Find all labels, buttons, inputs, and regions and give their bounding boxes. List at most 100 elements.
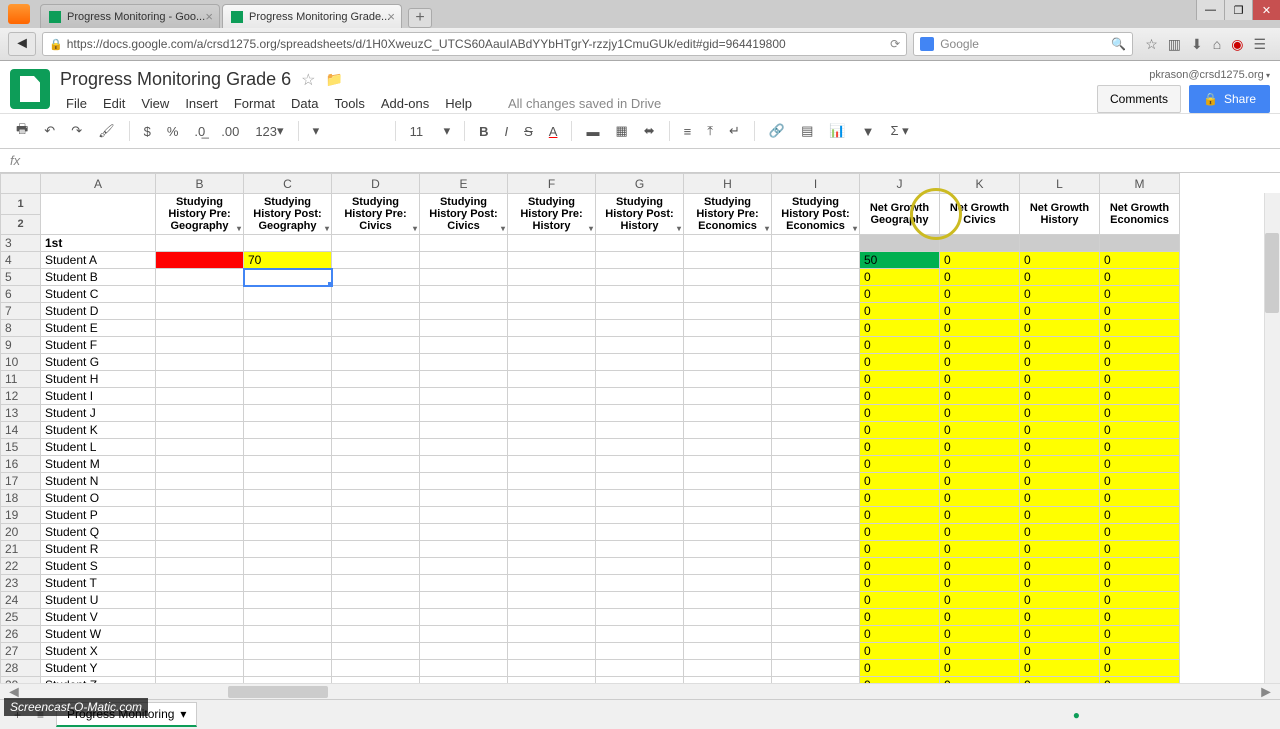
cell[interactable] (420, 677, 508, 683)
cell[interactable]: Student P (41, 507, 156, 524)
cell[interactable] (156, 456, 244, 473)
cell[interactable] (156, 524, 244, 541)
cell[interactable] (332, 422, 420, 439)
cell[interactable] (420, 388, 508, 405)
cell[interactable] (332, 303, 420, 320)
cell[interactable] (772, 609, 860, 626)
cell[interactable] (684, 354, 772, 371)
cell[interactable] (244, 524, 332, 541)
cell[interactable]: 0 (1020, 524, 1100, 541)
row-header[interactable]: 17 (1, 473, 41, 490)
search-box[interactable]: Google 🔍 (913, 32, 1133, 56)
cell[interactable] (684, 269, 772, 286)
cell[interactable] (420, 473, 508, 490)
cell[interactable] (420, 456, 508, 473)
cell[interactable]: 0 (1020, 252, 1100, 269)
text-wrap-icon[interactable]: ↵ (723, 119, 746, 143)
cell[interactable] (332, 592, 420, 609)
cell[interactable] (596, 660, 684, 677)
cell[interactable] (244, 337, 332, 354)
cell[interactable] (596, 371, 684, 388)
v-align-icon[interactable]: ⤒ (701, 119, 719, 143)
cell[interactable] (596, 609, 684, 626)
cell[interactable] (332, 507, 420, 524)
cell[interactable] (596, 320, 684, 337)
column-header[interactable]: A (41, 174, 156, 194)
row-header[interactable]: 22 (1, 558, 41, 575)
row-header[interactable]: 25 (1, 609, 41, 626)
cell[interactable]: 0 (860, 558, 940, 575)
cell[interactable]: 0 (860, 524, 940, 541)
cell[interactable]: 0 (1100, 524, 1180, 541)
cell[interactable] (684, 320, 772, 337)
row-header[interactable]: 6 (1, 286, 41, 303)
cell[interactable] (156, 422, 244, 439)
home-icon[interactable]: ⌂ (1213, 36, 1221, 53)
cell[interactable] (156, 473, 244, 490)
cell[interactable] (156, 677, 244, 683)
cell[interactable] (684, 592, 772, 609)
fill-color-icon[interactable]: ▬ (580, 120, 605, 143)
vertical-scrollbar[interactable] (1264, 193, 1280, 683)
address-bar[interactable]: 🔒 https://docs.google.com/a/crsd1275.org… (42, 32, 907, 56)
cell[interactable] (332, 354, 420, 371)
column-title[interactable]: Net Growth Geography (860, 194, 940, 235)
cell[interactable] (508, 643, 596, 660)
chart-icon[interactable]: 📊 (823, 119, 851, 143)
cell[interactable] (332, 371, 420, 388)
cell[interactable] (156, 269, 244, 286)
cell[interactable]: 0 (940, 371, 1020, 388)
sheet-tab-dropdown-icon[interactable]: ▾ (180, 707, 186, 721)
cell[interactable] (420, 643, 508, 660)
cell[interactable] (508, 235, 596, 252)
cell[interactable] (684, 609, 772, 626)
merge-cells-icon[interactable]: ⬌ (638, 119, 661, 143)
cell[interactable] (596, 643, 684, 660)
cell[interactable] (244, 286, 332, 303)
column-title[interactable]: Net Growth Economics (1100, 194, 1180, 235)
cell[interactable] (420, 558, 508, 575)
cell[interactable] (244, 626, 332, 643)
cell[interactable]: 0 (860, 643, 940, 660)
cell[interactable] (772, 422, 860, 439)
cell[interactable] (596, 439, 684, 456)
cell[interactable]: 0 (860, 473, 940, 490)
cell[interactable] (420, 303, 508, 320)
cell[interactable]: 0 (1020, 507, 1100, 524)
row-header[interactable]: 18 (1, 490, 41, 507)
cell[interactable] (420, 660, 508, 677)
cell[interactable] (684, 371, 772, 388)
cell[interactable]: 70 (244, 252, 332, 269)
cell[interactable] (332, 286, 420, 303)
cell[interactable] (596, 337, 684, 354)
cell[interactable]: 0 (940, 303, 1020, 320)
cell[interactable] (332, 660, 420, 677)
cell[interactable] (508, 269, 596, 286)
cell[interactable]: 0 (1100, 439, 1180, 456)
column-title[interactable]: Studying History Post: Civics (420, 194, 508, 235)
cell[interactable]: 0 (940, 677, 1020, 683)
cell[interactable] (772, 660, 860, 677)
cell[interactable]: 0 (860, 507, 940, 524)
sheets-logo[interactable] (10, 69, 50, 109)
row-header[interactable]: 20 (1, 524, 41, 541)
column-title[interactable]: Net Growth Civics (940, 194, 1020, 235)
cell[interactable] (244, 269, 332, 286)
cell[interactable]: 0 (860, 592, 940, 609)
cell[interactable]: 0 (1020, 422, 1100, 439)
column-header[interactable]: I (772, 174, 860, 194)
cell[interactable] (508, 337, 596, 354)
cell[interactable]: 0 (860, 575, 940, 592)
filter-icon[interactable]: ▼ (856, 120, 881, 143)
cell[interactable]: 0 (1100, 626, 1180, 643)
cell[interactable]: 0 (860, 354, 940, 371)
cell[interactable] (596, 235, 684, 252)
cell[interactable] (508, 354, 596, 371)
cell[interactable] (332, 541, 420, 558)
cell[interactable] (156, 235, 244, 252)
cell[interactable] (332, 626, 420, 643)
cell[interactable] (772, 592, 860, 609)
strikethrough-icon[interactable]: S (518, 120, 539, 143)
cell[interactable]: 0 (1100, 303, 1180, 320)
cell[interactable]: Student Z (41, 677, 156, 683)
